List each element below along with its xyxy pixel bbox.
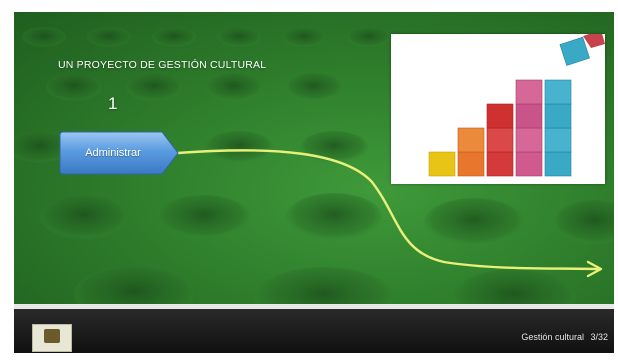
crest-icon xyxy=(44,329,60,343)
growth-blocks-image xyxy=(391,30,605,184)
slide-canvas: UN PROYECTO DE GESTIÓN CULTURAL 1 Admini… xyxy=(14,12,614,309)
footer-title: Gestión cultural xyxy=(521,332,584,342)
stacked-blocks-illustration xyxy=(428,30,605,177)
institution-logo xyxy=(32,324,72,352)
administrar-button-label: Administrar xyxy=(85,147,141,159)
administrar-button[interactable]: Administrar xyxy=(58,131,180,175)
slide-frame: UN PROYECTO DE GESTIÓN CULTURAL 1 Admini… xyxy=(0,0,618,364)
footer-caption: Gestión cultural 3/32 xyxy=(521,332,608,342)
page-number: 3/32 xyxy=(590,332,608,342)
footer-bar: Gestión cultural 3/32 xyxy=(14,309,614,353)
